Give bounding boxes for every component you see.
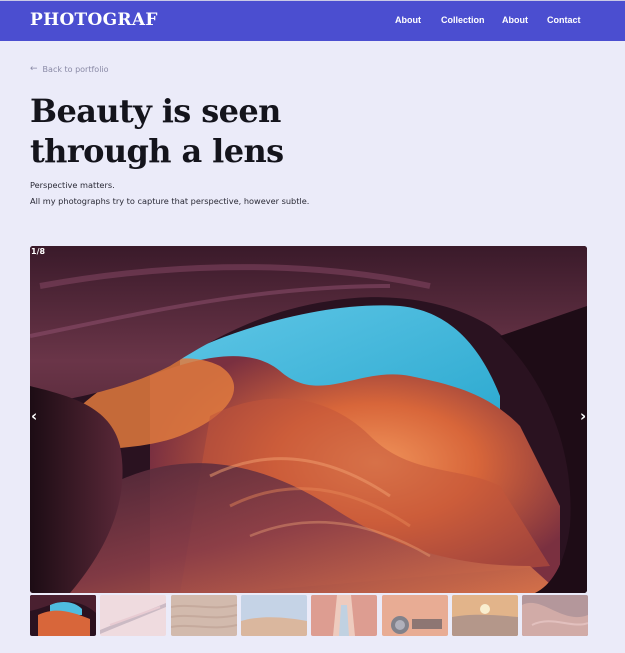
- subtitle-line-1: Perspective matters.: [30, 180, 115, 190]
- page-title-line-2: through a lens: [30, 132, 284, 170]
- previous-arrow-icon[interactable]: ‹: [31, 409, 37, 424]
- nav-collection[interactable]: Collection: [441, 15, 485, 25]
- thumbnail-3[interactable]: [171, 595, 237, 636]
- nav-contact[interactable]: Contact: [547, 15, 581, 25]
- thumbnail-7[interactable]: [452, 595, 518, 636]
- subtitle-line-2: All my photographs try to capture that p…: [30, 196, 310, 206]
- thumbnail-8[interactable]: [522, 595, 588, 636]
- thumbnail-2[interactable]: [100, 595, 166, 636]
- arrow-left-icon: ←: [30, 64, 38, 74]
- thumbnail-5[interactable]: [311, 595, 377, 636]
- back-link-label: Back to portfolio: [42, 65, 109, 74]
- back-to-portfolio-link[interactable]: ← Back to portfolio: [30, 64, 109, 75]
- navbar: PHOTOGRAF About Collection About Contact: [0, 1, 625, 41]
- slide-counter: 1/8: [31, 247, 46, 256]
- nav-about-2[interactable]: About: [502, 15, 528, 25]
- next-arrow-icon[interactable]: ›: [580, 409, 586, 424]
- page-title-line-1: Beauty is seen: [30, 92, 281, 130]
- page-title: Beauty is seen through a lens: [30, 91, 284, 171]
- antelope-canyon-photo: [30, 246, 587, 593]
- logo[interactable]: PHOTOGRAF: [30, 10, 158, 30]
- nav-about[interactable]: About: [395, 15, 421, 25]
- thumbnail-6[interactable]: [382, 595, 448, 636]
- thumbnail-1[interactable]: [30, 595, 96, 636]
- thumbnail-4[interactable]: [241, 595, 307, 636]
- thumbnail-strip: [30, 595, 590, 636]
- photo-gallery: 1/8 ‹ ›: [30, 246, 587, 593]
